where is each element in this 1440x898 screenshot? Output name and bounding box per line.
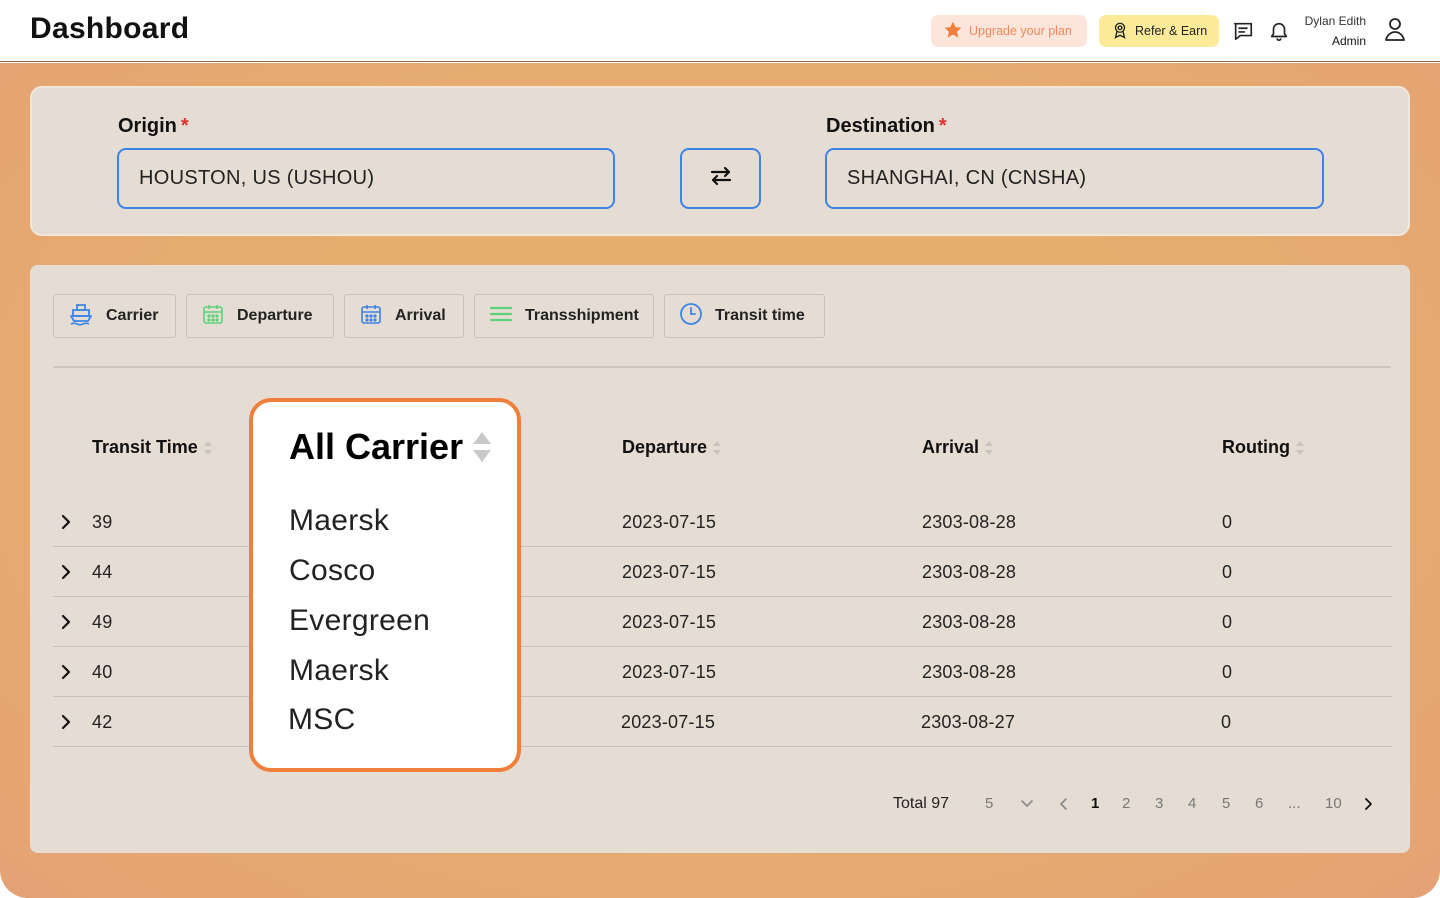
cell-transit-time: 44 — [92, 562, 113, 582]
swap-route-button[interactable] — [680, 148, 761, 209]
filter-label: Transshipment — [525, 307, 639, 324]
sort-icon[interactable] — [985, 440, 994, 455]
upgrade-plan-button[interactable]: Upgrade your plan — [931, 15, 1087, 47]
column-header-transit-time[interactable]: Transit Time — [92, 437, 212, 458]
chevron-right-icon[interactable] — [59, 712, 73, 732]
swap-icon — [710, 166, 732, 191]
ship-icon — [68, 302, 94, 331]
sort-icon[interactable] — [713, 440, 722, 455]
user-icon[interactable] — [1383, 17, 1407, 41]
filter-label: Departure — [237, 307, 313, 324]
sort-icon[interactable] — [1295, 440, 1304, 455]
page-link-10[interactable]: 10 — [1325, 795, 1342, 812]
user-name: Dylan Edith — [1304, 14, 1366, 28]
origin-input[interactable]: HOUSTON, US (USHOU) — [117, 148, 615, 209]
chevron-down-icon[interactable] — [1019, 797, 1035, 814]
required-mark: * — [180, 115, 189, 137]
page-size-select[interactable]: 5 — [985, 795, 993, 812]
page-title: Dashboard — [30, 12, 190, 45]
page-link-1[interactable]: 1 — [1091, 795, 1099, 812]
cell-routing: 0 — [1222, 662, 1233, 682]
page-link-6[interactable]: 6 — [1255, 795, 1263, 812]
filter-arrival-button[interactable]: Arrival — [344, 294, 464, 338]
pagination-total: Total 97 — [893, 795, 950, 812]
cell-arrival: 2303-08-27 — [921, 712, 1016, 732]
sort-icon[interactable] — [473, 432, 491, 462]
cell-departure: 2023-07-15 — [622, 562, 717, 582]
prev-page-icon[interactable] — [1058, 797, 1070, 815]
dropdown-item[interactable]: Evergreen — [289, 604, 430, 638]
upgrade-plan-label: Upgrade your plan — [969, 24, 1072, 38]
dropdown-item[interactable]: MSC — [288, 703, 356, 737]
page-ellipsis[interactable]: ... — [1288, 795, 1301, 812]
column-header-departure[interactable]: Departure — [622, 437, 722, 458]
cell-routing: 0 — [1222, 512, 1233, 532]
cell-arrival: 2303-08-28 — [922, 662, 1017, 682]
user-role: Admin — [1331, 34, 1366, 48]
page-link-3[interactable]: 3 — [1155, 795, 1163, 812]
cell-transit-time: 42 — [92, 712, 113, 732]
calendar-icon — [359, 302, 383, 331]
filter-transit-time-button[interactable]: Transit time — [664, 294, 825, 338]
required-mark: * — [938, 115, 947, 137]
award-icon — [1111, 21, 1129, 42]
filter-departure-button[interactable]: Departure — [186, 294, 334, 338]
filter-transshipment-button[interactable]: Transshipment — [474, 294, 654, 338]
cell-arrival: 2303-08-28 — [922, 512, 1017, 532]
cell-departure: 2023-07-15 — [621, 712, 716, 732]
cell-departure: 2023-07-15 — [622, 612, 717, 632]
filter-label: Transit time — [715, 307, 805, 324]
page-link-4[interactable]: 4 — [1188, 795, 1196, 812]
refer-earn-button[interactable]: Refer & Earn — [1099, 15, 1219, 47]
cell-transit-time: 39 — [92, 512, 113, 532]
page-link-2[interactable]: 2 — [1122, 795, 1130, 812]
dropdown-item[interactable]: Cosco — [289, 554, 376, 588]
destination-label: Destination * — [826, 115, 947, 137]
page-link-5[interactable]: 5 — [1222, 795, 1230, 812]
next-page-icon[interactable] — [1362, 797, 1374, 815]
star-icon — [943, 20, 963, 43]
cell-transit-time: 49 — [92, 612, 113, 632]
column-header-arrival[interactable]: Arrival — [922, 437, 994, 458]
dropdown-item[interactable]: Maersk — [289, 654, 389, 688]
top-bar: Dashboard Upgrade your plan Refer & Earn… — [0, 0, 1440, 62]
destination-input[interactable]: SHANGHAI, CN (CNSHA) — [825, 148, 1324, 209]
chevron-right-icon[interactable] — [59, 612, 73, 632]
filter-carrier-button[interactable]: Carrier — [53, 294, 176, 338]
chevron-right-icon[interactable] — [59, 662, 73, 682]
cell-departure: 2023-07-15 — [622, 512, 717, 532]
cell-routing: 0 — [1222, 562, 1233, 582]
cell-arrival: 2303-08-28 — [922, 612, 1017, 632]
sort-icon[interactable] — [203, 440, 212, 455]
bell-icon[interactable] — [1267, 19, 1291, 43]
list-icon — [489, 302, 513, 331]
filter-label: Carrier — [106, 307, 159, 324]
chevron-right-icon[interactable] — [59, 562, 73, 582]
carrier-dropdown[interactable]: All Carrier Maersk Cosco Evergreen Maers… — [249, 398, 521, 772]
filter-label: Arrival — [395, 307, 446, 324]
message-icon[interactable] — [1231, 19, 1255, 43]
dropdown-title[interactable]: All Carrier — [289, 426, 463, 468]
cell-arrival: 2303-08-28 — [922, 562, 1017, 582]
cell-transit-time: 40 — [92, 662, 113, 682]
column-header-routing[interactable]: Routing — [1222, 437, 1304, 458]
filter-divider — [53, 366, 1391, 368]
refer-earn-label: Refer & Earn — [1135, 24, 1208, 38]
dropdown-item[interactable]: Maersk — [289, 504, 389, 538]
cell-departure: 2023-07-15 — [622, 662, 717, 682]
calendar-icon — [201, 302, 225, 331]
clock-icon — [679, 302, 703, 331]
cell-routing: 0 — [1222, 612, 1233, 632]
chevron-right-icon[interactable] — [59, 512, 73, 532]
cell-routing: 0 — [1221, 712, 1232, 732]
origin-label: Origin * — [118, 115, 189, 137]
